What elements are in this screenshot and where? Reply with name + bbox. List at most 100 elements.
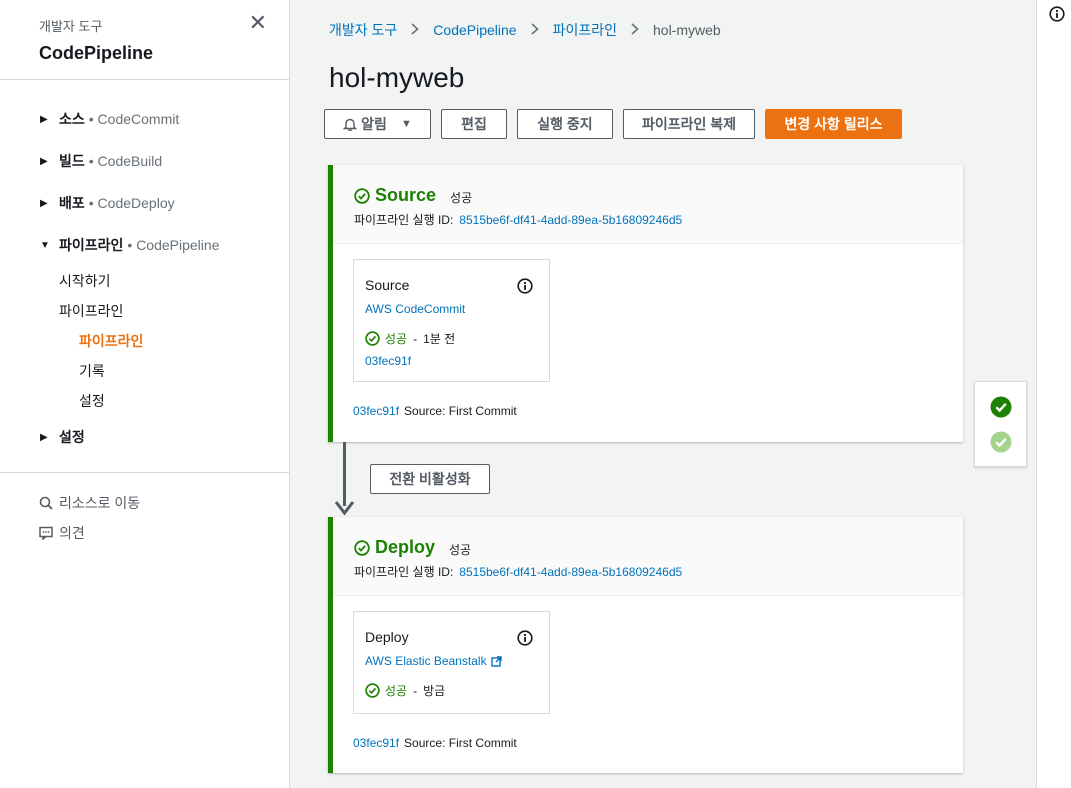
action-status: 성공 - 방금 [365, 682, 549, 699]
info-icon[interactable] [1049, 6, 1065, 27]
section-service: • CodeDeploy [88, 195, 175, 211]
page-title: hol-myweb [329, 62, 465, 93]
bell-icon [343, 117, 358, 131]
external-link-icon[interactable] [490, 655, 502, 667]
section-service: • CodePipeline [127, 237, 220, 253]
sidebar-item-pipeline-settings[interactable]: 설정 [0, 386, 289, 416]
search-icon [39, 496, 59, 510]
disable-transition-button[interactable]: 전환 비활성화 [370, 464, 490, 494]
stage-name: Source [375, 185, 437, 205]
sidebar: 개발자 도구 CodePipeline ✕ ▶ 소스 • CodeCommit … [0, 0, 290, 788]
commit-link[interactable]: 03fec91f [353, 404, 399, 418]
chevron-right-icon [631, 22, 639, 38]
caret-down-icon: ▼ [40, 239, 50, 251]
go-to-resource-label: 리소스로 이동 [59, 495, 141, 511]
execution-id-link[interactable]: 8515be6f-df41-4add-89ea-5b16809246d5 [459, 213, 682, 227]
clone-pipeline-button[interactable]: 파이프라인 복제 [623, 109, 755, 139]
execution-id-label: 파이프라인 실행 ID: [354, 213, 454, 227]
sidebar-title: CodePipeline [39, 43, 154, 63]
stage-status: 성공 [450, 190, 473, 205]
stage-header: Deploy 성공 파이프라인 실행 ID: 8515be6f-df41-4add… [333, 517, 963, 596]
execution-id-link[interactable]: 8515be6f-df41-4add-89ea-5b16809246d5 [459, 565, 682, 579]
commit-link[interactable]: 03fec91f [353, 736, 399, 750]
action-provider-link[interactable]: AWS CodeCommit [365, 302, 465, 316]
check-circle-icon [354, 539, 370, 556]
action-status-text: 성공 [385, 684, 408, 698]
execution-id-label: 파이프라인 실행 ID: [354, 565, 454, 579]
caret-right-icon: ▶ [40, 113, 48, 125]
breadcrumb-codepipeline[interactable]: CodePipeline [433, 22, 516, 38]
breadcrumb: 개발자 도구 CodePipeline 파이프라인 hol-myweb [329, 20, 721, 40]
action-status-time: 1분 전 [423, 332, 456, 346]
action-card-source: Source AWS CodeCommit 성공 - 1분 전 03fec91f [353, 259, 550, 382]
chevron-right-icon [531, 22, 539, 38]
stage-execution: 파이프라인 실행 ID: 8515be6f-df41-4add-89ea-5b16… [354, 563, 963, 580]
help-rail [1036, 0, 1071, 788]
caret-right-icon: ▶ [40, 431, 48, 443]
sidebar-section-pipeline[interactable]: ▼ 파이프라인 • CodePipeline [0, 224, 289, 266]
stage-header: Source 성공 파이프라인 실행 ID: 8515be6f-df41-4add… [333, 165, 963, 244]
caret-down-icon: ▼ [400, 118, 412, 130]
toolbar: 알림 ▼ 편집 실행 중지 파이프라인 복제 변경 사항 릴리스 [324, 109, 912, 139]
stage-footer: 03fec91f Source: First Commit [353, 404, 517, 418]
notify-label: 알림 [361, 116, 387, 132]
action-status-time: 방금 [423, 684, 446, 698]
info-icon[interactable] [517, 278, 533, 299]
sidebar-section-source[interactable]: ▶ 소스 • CodeCommit [0, 98, 289, 140]
transition-line [343, 442, 346, 506]
stop-execution-button[interactable]: 실행 중지 [517, 109, 613, 139]
action-status-sep: - [413, 683, 418, 698]
commit-message: Source: First Commit [404, 736, 517, 750]
section-service: • CodeBuild [88, 153, 163, 169]
caret-right-icon: ▶ [40, 155, 48, 167]
sidebar-section-build[interactable]: ▶ 빌드 • CodeBuild [0, 140, 289, 182]
stage-execution: 파이프라인 실행 ID: 8515be6f-df41-4add-89ea-5b16… [354, 211, 963, 228]
action-commit-link[interactable]: 03fec91f [365, 354, 411, 368]
stage-deploy: Deploy 성공 파이프라인 실행 ID: 8515be6f-df41-4add… [328, 517, 963, 773]
sidebar-item-pipeline-active[interactable]: 파이프라인 [0, 326, 289, 356]
action-card-deploy: Deploy AWS Elastic Beanstalk 성공 - 방금 [353, 611, 550, 714]
action-status-sep: - [413, 331, 418, 346]
action-status-text: 성공 [385, 332, 408, 346]
sidebar-item-getting-started[interactable]: 시작하기 [0, 266, 289, 296]
action-status: 성공 - 1분 전 [365, 330, 549, 347]
feedback-link[interactable]: 의견 [0, 518, 289, 548]
section-service: • CodeCommit [88, 111, 180, 127]
stage-success-light-icon[interactable] [990, 431, 1012, 458]
breadcrumb-developer-tools[interactable]: 개발자 도구 [329, 20, 397, 40]
commit-message: Source: First Commit [404, 404, 517, 418]
stage-success-icon[interactable] [990, 396, 1012, 423]
chevron-right-icon [411, 22, 419, 38]
check-circle-icon [365, 331, 380, 346]
sidebar-section-deploy[interactable]: ▶ 배포 • CodeDeploy [0, 182, 289, 224]
feedback-label: 의견 [59, 525, 85, 541]
section-label: 파이프라인 [59, 237, 124, 253]
edit-button[interactable]: 편집 [441, 109, 507, 139]
sidebar-section-settings[interactable]: ▶ 설정 [0, 416, 289, 458]
sidebar-item-history[interactable]: 기록 [0, 356, 289, 386]
stage-name: Deploy [375, 537, 436, 557]
check-circle-icon [354, 187, 370, 204]
info-icon[interactable] [517, 630, 533, 651]
breadcrumb-pipelines[interactable]: 파이프라인 [553, 20, 617, 40]
section-label: 설정 [59, 429, 85, 445]
section-label: 빌드 [59, 153, 85, 169]
feedback-icon [39, 526, 59, 540]
main-content: 개발자 도구 CodePipeline 파이프라인 hol-myweb hol-… [290, 0, 1036, 788]
check-circle-icon [365, 683, 380, 698]
section-label: 배포 [59, 195, 85, 211]
stage-status: 성공 [449, 542, 472, 557]
release-change-button[interactable]: 변경 사항 릴리스 [765, 109, 902, 139]
notify-button[interactable]: 알림 ▼ [324, 109, 431, 139]
section-label: 소스 [59, 111, 85, 127]
close-icon[interactable]: ✕ [249, 12, 267, 34]
stage-minimap [974, 381, 1027, 467]
go-to-resource-link[interactable]: 리소스로 이동 [0, 488, 289, 518]
sidebar-nav: ▶ 소스 • CodeCommit ▶ 빌드 • CodeBuild ▶ 배포 … [0, 80, 289, 458]
sidebar-header: 개발자 도구 CodePipeline ✕ [0, 0, 289, 80]
stage-footer: 03fec91f Source: First Commit [353, 736, 517, 750]
sidebar-item-pipelines[interactable]: 파이프라인 [0, 296, 289, 326]
action-provider-link[interactable]: AWS Elastic Beanstalk [365, 654, 487, 668]
breadcrumb-current: hol-myweb [653, 22, 721, 38]
stage-source: Source 성공 파이프라인 실행 ID: 8515be6f-df41-4add… [328, 165, 963, 442]
